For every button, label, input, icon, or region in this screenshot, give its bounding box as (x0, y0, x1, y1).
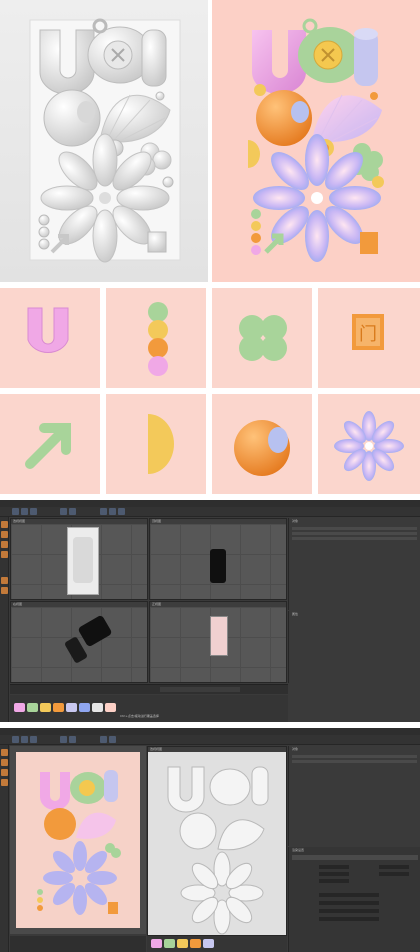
clay-render-panel (0, 0, 208, 282)
edges-mode-icon[interactable] (1, 541, 8, 548)
move-tool-icon[interactable] (12, 736, 19, 743)
pen-icon[interactable] (109, 736, 116, 743)
clay-render-art (29, 18, 181, 263)
settings-tab-bar[interactable] (292, 855, 418, 860)
viewport-right[interactable]: 右视图 (10, 601, 148, 683)
panel-tab-objects[interactable]: 对象 (292, 748, 298, 751)
viewport-label: 正视图 (152, 602, 162, 606)
timeline[interactable] (10, 684, 288, 694)
status-text: Ctrl+点击/拖动进行覆盖选择 (120, 714, 159, 718)
material-manager: Ctrl+点击/拖动进行覆盖选择 (10, 695, 288, 722)
points-mode-icon[interactable] (1, 531, 8, 538)
color-render-art (248, 18, 384, 262)
cube-icon[interactable] (100, 508, 107, 515)
scale-tool-icon[interactable] (21, 508, 28, 515)
workplane-icon[interactable] (1, 587, 8, 594)
rotate-tool-icon[interactable] (30, 736, 37, 743)
settings-field[interactable] (379, 872, 409, 876)
object-manager: 对象 (288, 518, 420, 610)
settings-field[interactable] (319, 865, 349, 869)
viewport-label: 顶视图 (152, 519, 162, 523)
material-swatch[interactable] (164, 939, 175, 948)
polygons-mode-icon[interactable] (1, 551, 8, 558)
settings-field[interactable] (319, 879, 349, 883)
tile-half-disc (106, 394, 206, 494)
attribute-manager: 属性 (288, 611, 420, 683)
poster-mini-art (73, 537, 93, 583)
tile-flower (318, 394, 420, 494)
tile-arrow (0, 394, 100, 494)
left-toolbar (0, 517, 9, 722)
status-bar (10, 936, 146, 952)
viewport-label: 透视视图 (13, 519, 26, 523)
panel-tab-objects[interactable]: 对象 (292, 520, 298, 523)
points-mode-icon[interactable] (1, 759, 8, 766)
cube-icon[interactable] (100, 736, 107, 743)
render-output (16, 752, 140, 928)
polygons-mode-icon[interactable] (1, 779, 8, 786)
material-swatch[interactable] (92, 703, 103, 712)
viewport-front[interactable]: 正视图 (149, 601, 287, 683)
edges-mode-icon[interactable] (1, 769, 8, 776)
menu-bar[interactable] (0, 500, 420, 507)
rotate-tool-icon[interactable] (30, 508, 37, 515)
scale-tool-icon[interactable] (21, 736, 28, 743)
render-view-icon[interactable] (60, 508, 67, 515)
render-view-icon[interactable] (60, 736, 67, 743)
render-settings-panel: 渲染设置 (288, 847, 420, 952)
tile-sign: 门 (318, 288, 420, 388)
material-swatch[interactable] (151, 939, 162, 948)
model-mode-icon[interactable] (1, 521, 8, 528)
material-swatch[interactable] (203, 939, 214, 948)
page: 门 透视视图 顶视图 右视图 正视图 对象 属性 Ctrl+点击/拖动进行覆盖选… (0, 0, 420, 952)
toolbar (0, 507, 420, 517)
settings-field[interactable] (319, 872, 349, 876)
light-icon[interactable] (118, 508, 125, 515)
material-swatch[interactable] (40, 703, 51, 712)
color-render-panel (212, 0, 420, 282)
object-manager: 对象 (288, 746, 420, 846)
material-swatch[interactable] (53, 703, 64, 712)
editor-screenshot-1: 透视视图 顶视图 右视图 正视图 对象 属性 Ctrl+点击/拖动进行覆盖选择 (0, 500, 420, 722)
pen-icon[interactable] (109, 508, 116, 515)
menu-bar[interactable] (0, 728, 420, 735)
viewport-label: 透视视图 (150, 747, 163, 751)
settings-field[interactable] (319, 917, 379, 921)
editor-screenshot-2: 透视视图 对象 渲染设置 (0, 728, 420, 952)
material-swatch[interactable] (79, 703, 90, 712)
poster-front (210, 616, 228, 656)
tile-letter-u (0, 288, 100, 388)
material-swatch[interactable] (27, 703, 38, 712)
material-swatch[interactable] (190, 939, 201, 948)
snap-icon[interactable] (1, 577, 8, 584)
tile-orange-sphere (212, 394, 312, 494)
sign-glyph: 门 (359, 324, 377, 345)
left-toolbar (0, 745, 9, 952)
settings-field[interactable] (379, 865, 409, 869)
settings-field[interactable] (319, 909, 379, 913)
viewport-perspective[interactable]: 透视视图 (10, 518, 148, 600)
render-settings-icon[interactable] (69, 736, 76, 743)
material-manager (147, 936, 287, 952)
render-view[interactable] (10, 746, 146, 934)
model-mode-icon[interactable] (1, 749, 8, 756)
settings-field[interactable] (319, 901, 379, 905)
material-swatch[interactable] (66, 703, 77, 712)
material-swatch[interactable] (14, 703, 25, 712)
tile-beads (106, 288, 206, 388)
viewport-label: 右视图 (13, 602, 23, 606)
viewport-top[interactable]: 顶视图 (149, 518, 287, 600)
toolbar (0, 735, 420, 745)
attr-tab[interactable]: 属性 (292, 613, 298, 616)
render-settings-title: 渲染设置 (292, 848, 305, 852)
render-settings-icon[interactable] (69, 508, 76, 515)
settings-field[interactable] (319, 893, 379, 897)
move-tool-icon[interactable] (12, 508, 19, 515)
tile-clover (212, 288, 312, 388)
material-swatch[interactable] (177, 939, 188, 948)
material-swatch[interactable] (105, 703, 116, 712)
viewport-clay[interactable]: 透视视图 (147, 746, 287, 936)
object-silhouette (210, 549, 226, 583)
